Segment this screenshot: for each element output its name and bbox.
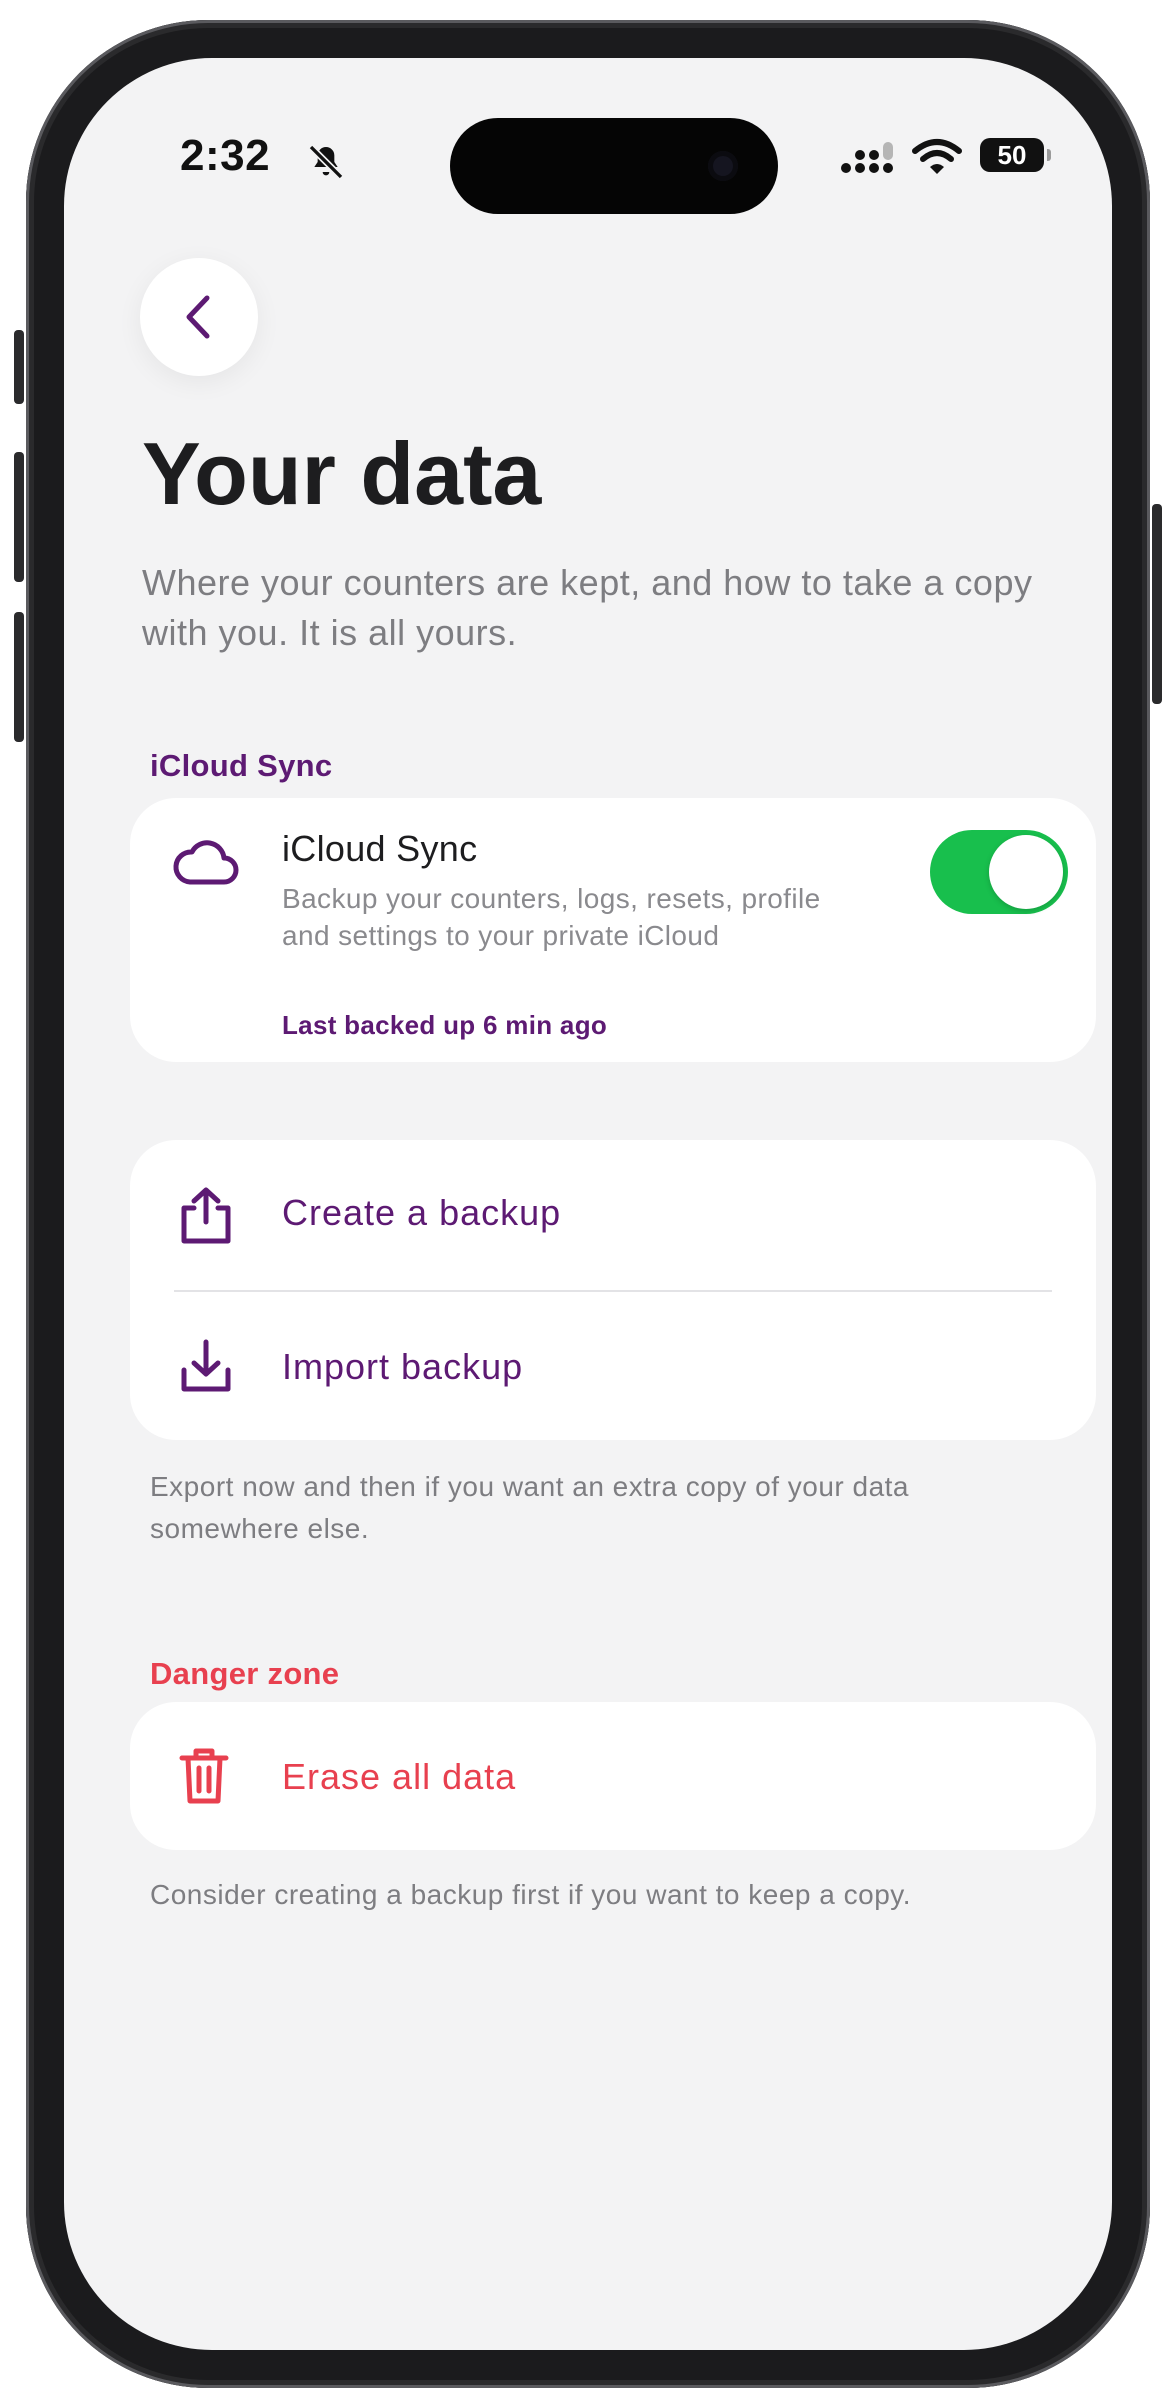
create-backup-row[interactable]: Create a backup [130,1140,1096,1290]
icloud-sync-title: iCloud Sync [282,828,478,869]
section-header-icloud: iCloud Sync [150,748,333,783]
bell-slash-icon [308,144,344,180]
dynamic-island [450,118,778,214]
screen: 2:32 50 Your data Where your counters ar… [64,58,1112,2350]
signal-icon [841,142,893,173]
power-button [1152,504,1162,704]
import-backup-label: Import backup [282,1346,524,1387]
erase-all-data-label: Erase all data [282,1756,517,1797]
battery-icon: 50 [980,138,1051,172]
camera-icon [708,151,738,181]
trash-icon [179,1748,229,1804]
back-button[interactable] [140,258,258,376]
volume-down-button [14,612,24,742]
icloud-sync-description: Backup your counters, logs, resets, prof… [282,883,821,951]
backup-footnote: Export now and then if you want an extra… [150,1471,909,1544]
cloud-icon [173,840,239,885]
last-backup-status: Last backed up 6 min ago [282,1010,608,1040]
backup-card: Create a backup Import backup [130,1140,1096,1440]
phone-frame: 2:32 50 Your data Where your counters ar… [14,20,1162,2388]
danger-card: Erase all data [130,1702,1096,1850]
icloud-sync-toggle[interactable] [930,830,1068,914]
create-backup-label: Create a backup [282,1192,562,1233]
icloud-sync-card: iCloud Sync Backup your counters, logs, … [130,798,1096,1062]
page-subtitle: Where your counters are kept, and how to… [142,562,1033,653]
status-time: 2:32 [180,131,271,180]
volume-up-button [14,452,24,582]
page-title: Your data [142,424,542,523]
battery-level: 50 [997,140,1027,170]
share-upload-icon [181,1187,231,1244]
danger-footnote: Consider creating a backup first if you … [150,1879,911,1910]
download-icon [181,1339,231,1392]
chevron-left-icon [186,295,210,339]
section-header-danger: Danger zone [150,1656,340,1691]
action-button [14,330,24,404]
wifi-icon [912,139,962,174]
import-backup-row[interactable]: Import backup [130,1292,1096,1440]
erase-all-data-row[interactable]: Erase all data [130,1702,1096,1850]
toggle-knob [989,835,1063,909]
